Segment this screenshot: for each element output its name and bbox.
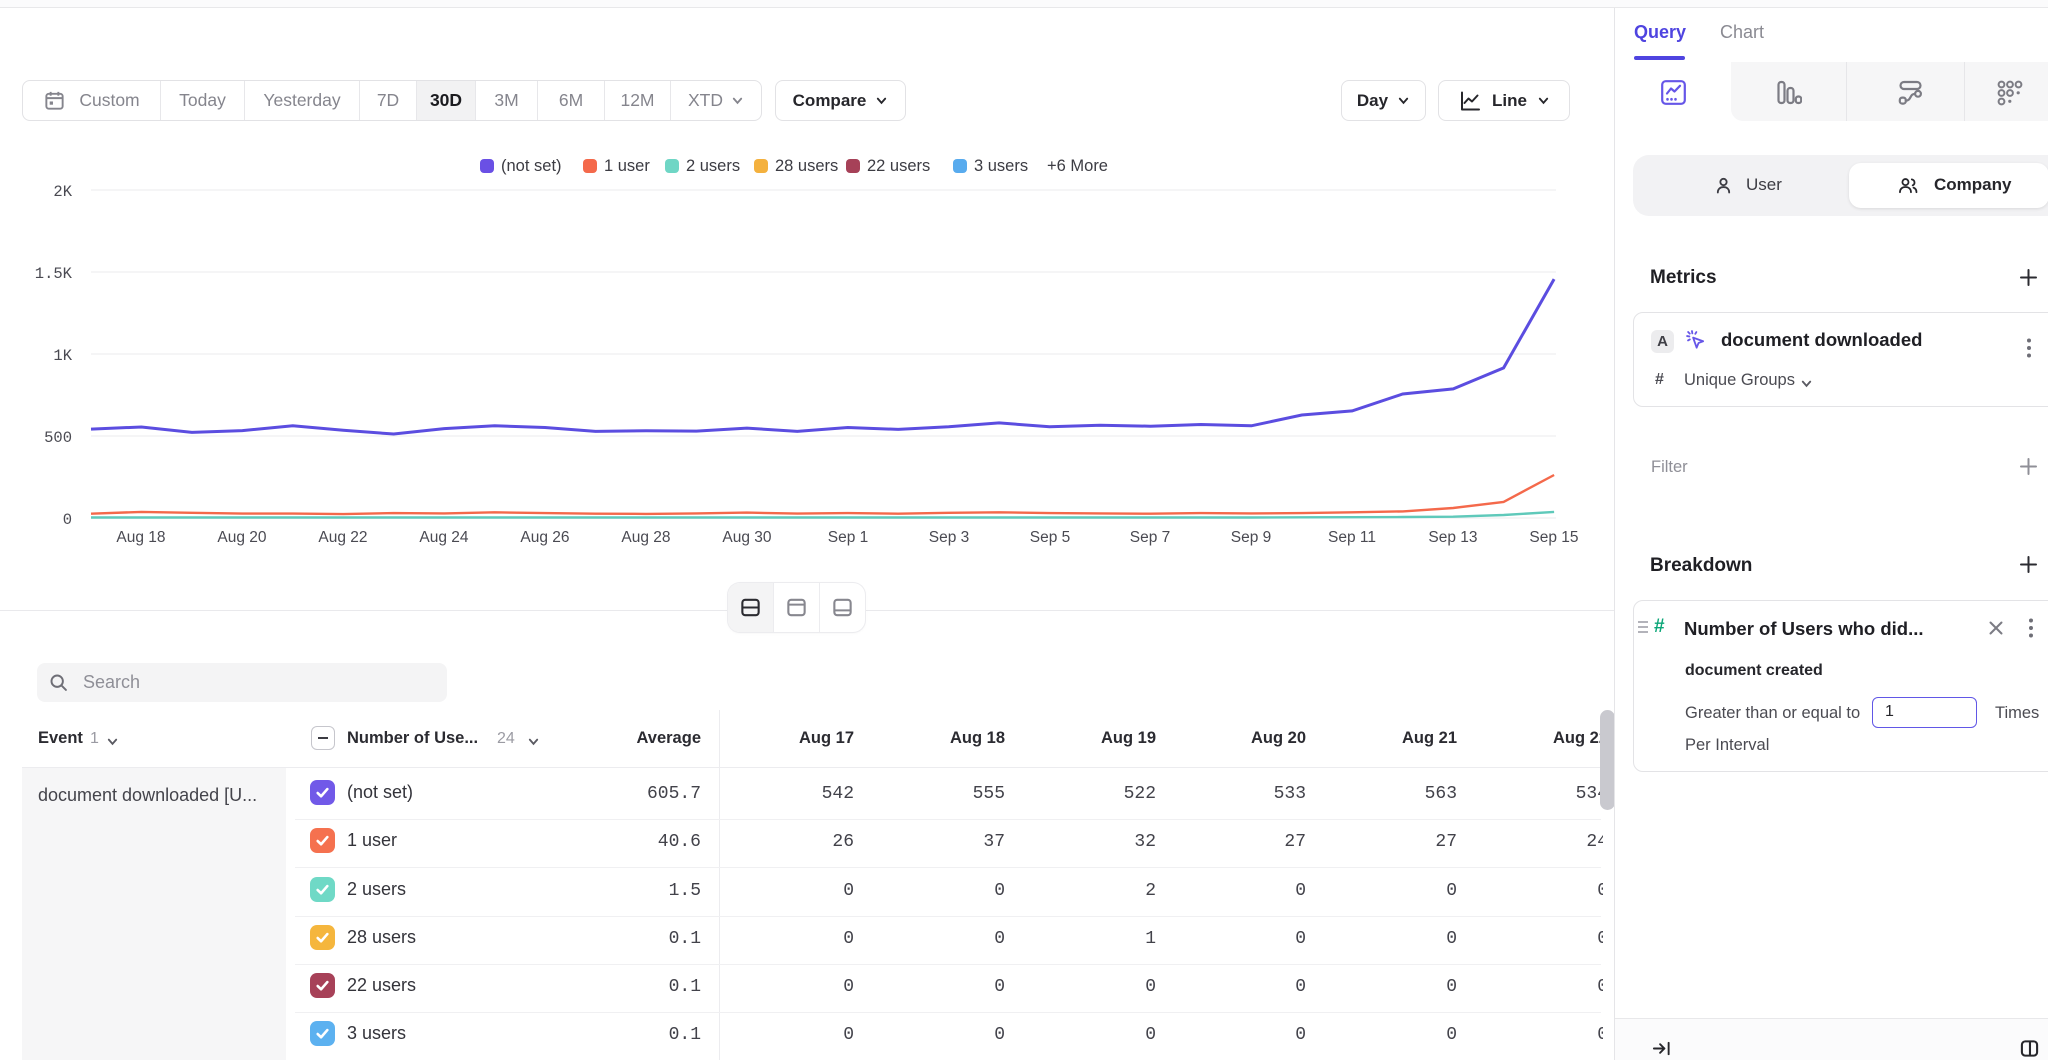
svg-text:Sep 7: Sep 7	[1130, 529, 1171, 546]
svg-text:500: 500	[44, 429, 72, 447]
svg-text:Sep 13: Sep 13	[1428, 529, 1477, 546]
svg-text:Sep 15: Sep 15	[1529, 529, 1578, 546]
svg-text:Sep 11: Sep 11	[1328, 529, 1376, 546]
svg-text:1K: 1K	[53, 347, 72, 365]
svg-text:Sep 1: Sep 1	[828, 529, 869, 546]
svg-text:Aug 30: Aug 30	[722, 529, 772, 546]
svg-text:Aug 18: Aug 18	[116, 529, 165, 546]
svg-text:Sep 5: Sep 5	[1030, 529, 1071, 546]
svg-text:0: 0	[63, 511, 72, 529]
svg-text:Sep 9: Sep 9	[1231, 529, 1272, 546]
svg-text:Aug 22: Aug 22	[318, 529, 367, 546]
svg-text:1.5K: 1.5K	[35, 265, 73, 283]
svg-text:Sep 3: Sep 3	[929, 529, 970, 546]
svg-text:Aug 20: Aug 20	[217, 529, 267, 546]
svg-text:2K: 2K	[53, 183, 72, 201]
svg-text:Aug 26: Aug 26	[520, 529, 569, 546]
svg-text:Aug 28: Aug 28	[621, 529, 670, 546]
svg-text:Aug 24: Aug 24	[419, 529, 469, 546]
